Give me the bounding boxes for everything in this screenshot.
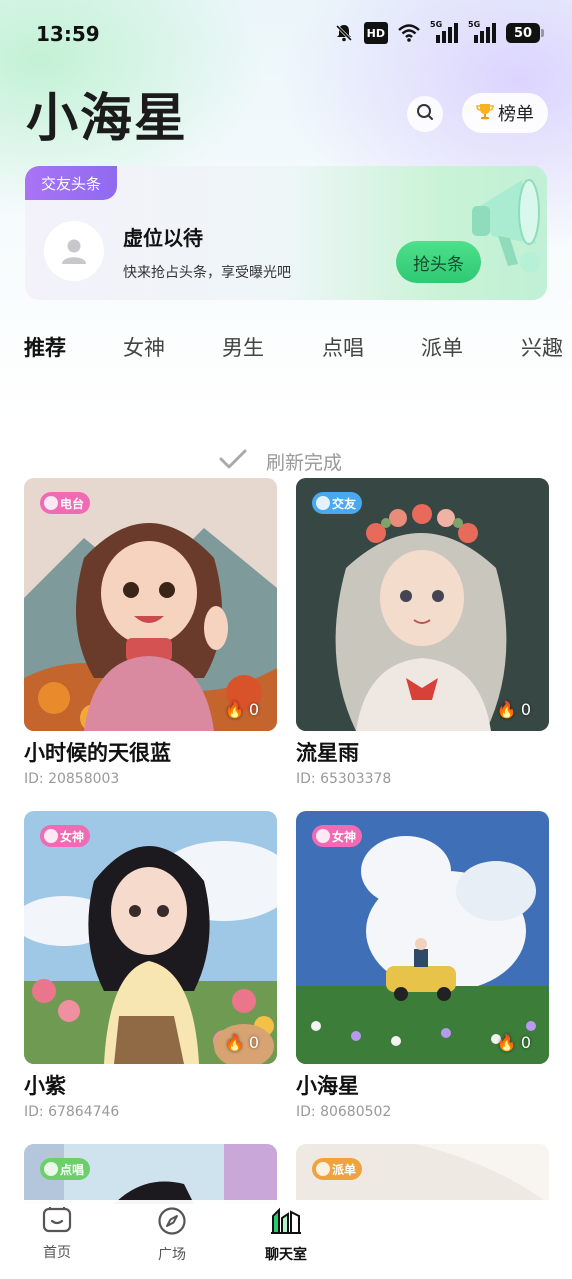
status-time: 13:59 <box>36 22 100 46</box>
nav-label: 首页 <box>43 1245 71 1261</box>
refresh-text: 刷新完成 <box>266 452 343 474</box>
flame-icon: 🔥 <box>496 700 517 719</box>
search-icon <box>416 103 434 125</box>
room-name: 小时候的天很蓝 <box>24 741 171 765</box>
status-icons: HD 5G 5G 50 <box>334 20 544 44</box>
ranking-label: 榜单 <box>498 104 534 125</box>
avatar <box>44 221 104 281</box>
tab-goddess[interactable]: 女神 <box>123 332 165 362</box>
trophy-icon <box>476 102 494 125</box>
home-icon <box>42 1206 72 1238</box>
room-tag: 电台 <box>40 492 91 514</box>
room-cover: 点唱 <box>24 1144 277 1204</box>
room-name: 小紫 <box>24 1074 66 1098</box>
signal-5g-icon: 5G <box>468 20 496 44</box>
heat-count: 🔥 0 <box>496 1033 531 1052</box>
nav-label: 广场 <box>158 1247 186 1263</box>
room-tag: 派单 <box>312 1158 363 1180</box>
tab-song-request[interactable]: 点唱 <box>322 332 364 362</box>
nav-chatroom[interactable]: 聊天室 <box>241 1206 331 1264</box>
network-label: 5G <box>430 20 443 29</box>
bottom-nav: 首页 广场 聊天室 <box>0 1200 572 1279</box>
heat-count: 🔥 0 <box>224 700 259 719</box>
room-tag: 女神 <box>40 825 91 847</box>
flame-icon: 🔥 <box>224 700 245 719</box>
room-cover: 电台 🔥 0 <box>24 478 277 731</box>
room-name: 小海星 <box>296 1074 359 1098</box>
tab-dispatch[interactable]: 派单 <box>421 332 463 362</box>
room-id: ID: 20858003 <box>24 771 120 787</box>
refresh-status: 刷新完成 <box>218 448 342 475</box>
heat-count: 🔥 0 <box>224 1033 259 1052</box>
room-tag: 点唱 <box>40 1158 91 1180</box>
network-label: 5G <box>468 20 481 29</box>
tab-interest[interactable]: 兴趣 <box>521 332 563 362</box>
room-name: 流星雨 <box>296 741 359 765</box>
ranking-button[interactable]: 榜单 <box>462 93 548 133</box>
tab-male[interactable]: 男生 <box>222 332 264 362</box>
room-cover: 派单 <box>296 1144 549 1204</box>
page-title: 小海星 <box>26 89 189 149</box>
room-cover: 女神 🔥 0 <box>24 811 277 1064</box>
sparkle-icon: ✦ <box>68 332 80 336</box>
wifi-icon <box>398 22 420 44</box>
heat-count: 🔥 0 <box>496 700 531 719</box>
megaphone-icon <box>472 179 540 272</box>
headline-banner[interactable]: 交友头条 虚位以待 快来抢占头条，享受曝光吧 抢头条 <box>25 166 547 300</box>
room-id: ID: 80680502 <box>296 1104 392 1120</box>
search-button[interactable] <box>407 96 443 132</box>
battery-icon: 50 <box>506 23 544 43</box>
category-tabs: 推荐 ✦ 女神 男生 点唱 派单 兴趣 <box>24 332 572 366</box>
room-tag: 交友 <box>312 492 363 514</box>
compass-icon <box>157 1206 187 1240</box>
mute-bell-icon <box>334 22 354 44</box>
room-cover: 女神 🔥 0 <box>296 811 549 1064</box>
nav-label: 聊天室 <box>265 1247 307 1263</box>
hd-icon: HD <box>363 22 388 44</box>
room-id: ID: 65303378 <box>296 771 392 787</box>
signal-5g-icon: 5G <box>430 20 458 44</box>
status-bar: 13:59 HD 5G 5G 50 <box>0 0 572 68</box>
nav-home[interactable]: 首页 <box>12 1206 102 1262</box>
nav-square[interactable]: 广场 <box>127 1206 217 1264</box>
banner-title: 虚位以待 <box>123 226 203 250</box>
room-tag: 女神 <box>312 825 363 847</box>
banner-subtitle: 快来抢占头条，享受曝光吧 <box>123 265 291 281</box>
flame-icon: 🔥 <box>496 1033 517 1052</box>
check-icon <box>218 448 248 475</box>
grab-headline-button[interactable]: 抢头条 <box>396 241 481 283</box>
flame-icon: 🔥 <box>224 1033 245 1052</box>
banner-tag: 交友头条 <box>25 166 117 200</box>
room-id: ID: 67864746 <box>24 1104 120 1120</box>
tab-recommend[interactable]: 推荐 <box>24 332 66 362</box>
room-cover: 交友 🔥 0 <box>296 478 549 731</box>
chatroom-icon <box>270 1206 302 1240</box>
